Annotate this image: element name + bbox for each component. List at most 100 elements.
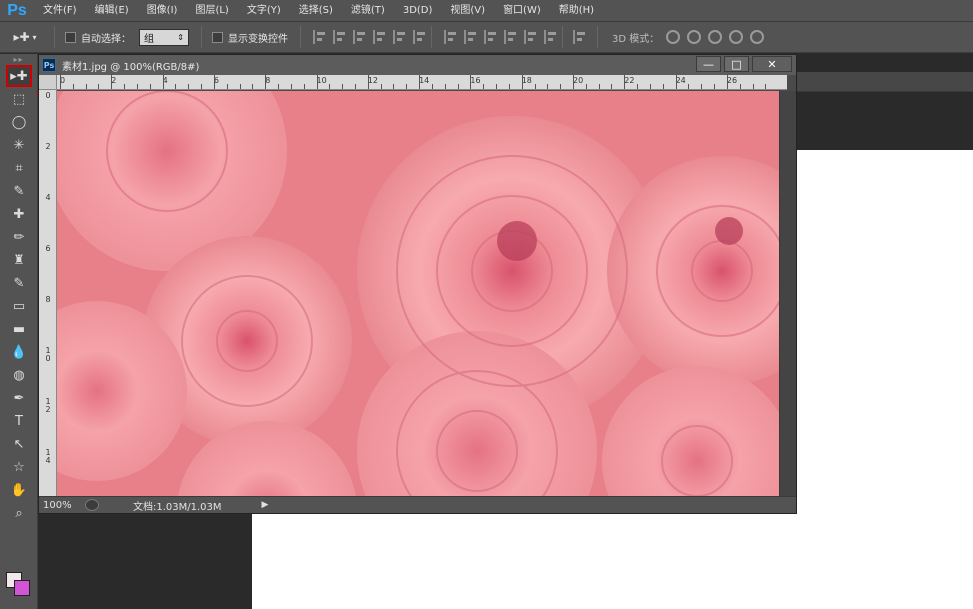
divider [431,26,432,48]
path-selection-tool-icon[interactable]: ↖ [6,433,32,455]
align-vcenter-icon[interactable] [333,30,347,44]
history-brush-tool-icon[interactable]: ✎ [6,272,32,294]
healing-brush-tool-icon[interactable]: ✚ [6,203,32,225]
ruler-tick [739,84,741,89]
eraser-tool-icon[interactable]: ▭ [6,295,32,317]
ruler-tick [675,75,677,89]
ruler-tick [585,84,587,89]
ruler-h-label: 26 [726,76,738,85]
document-tab[interactable]: Ps 素材1.jpg @ 100%(RGB/8#) — □ ✕ [39,55,796,75]
canvas-image[interactable] [57,91,779,496]
align-left-icon[interactable] [373,30,387,44]
menu-window[interactable]: 窗口(W) [494,0,550,22]
tool-preset-picker[interactable]: ▸✚ ▾ [0,26,50,48]
close-button[interactable]: ✕ [752,56,792,72]
restore-button[interactable]: □ [724,56,749,72]
app-logo: Ps [7,1,27,19]
menu-help[interactable]: 帮助(H) [550,0,603,22]
ruler-tick [278,84,279,89]
slide-3d-icon[interactable] [729,30,744,44]
divider [54,26,55,48]
type-tool-icon[interactable]: T [6,410,32,432]
lasso-tool-icon[interactable]: ◯ [6,111,32,133]
menu-edit[interactable]: 编辑(E) [86,0,138,22]
status-menu-arrow-icon[interactable]: ▶ [262,500,269,510]
menu-3d[interactable]: 3D(D) [394,0,442,22]
ruler-tick [662,84,664,89]
align-bottom-icon[interactable] [353,30,367,44]
align-right-icon[interactable] [413,30,427,44]
gradient-tool-icon[interactable]: ▬ [6,318,32,340]
distribute-left-icon[interactable] [504,30,518,44]
ruler-tick [431,84,433,89]
show-transform-checkbox[interactable] [212,31,223,43]
status-info-icon[interactable] [85,499,99,511]
distribute-hcenter-icon[interactable] [524,30,538,44]
ruler-tick [726,75,728,89]
dodge-tool-icon[interactable]: ◍ [6,364,32,386]
ruler-tick [188,84,190,89]
align-hcenter-icon[interactable] [393,30,407,44]
distribute-bottom-icon[interactable] [484,30,498,44]
ruler-tick [649,84,651,89]
auto-select-value: 组 [144,33,154,45]
window-controls: — □ ✕ [696,56,792,72]
vertical-scrollbar[interactable] [779,91,796,496]
hand-tool-icon[interactable]: ✋ [6,479,32,501]
ruler-tick [560,84,562,89]
magic-wand-tool-icon[interactable]: ✳ [6,134,32,156]
auto-select-dropdown[interactable]: 组 ⇕ [139,28,189,46]
divider [201,26,202,48]
document-window: Ps 素材1.jpg @ 100%(RGB/8#) — □ ✕ 0 2 4 6 8 10 1… [38,54,797,514]
auto-select-checkbox[interactable] [65,31,76,43]
ruler-tick [534,84,536,89]
menu-layer[interactable]: 图层(L) [186,0,237,22]
menu-image[interactable]: 图像(I) [138,0,187,22]
divider [300,26,301,48]
align-buttons [313,30,427,44]
minimize-button[interactable]: — [696,56,721,72]
background-color-swatch[interactable] [14,580,30,596]
rotate-3d-icon[interactable] [666,30,681,44]
ruler-tick [303,84,305,89]
panel-grip-icon[interactable]: ▸▸ [0,54,37,64]
pen-tool-icon[interactable]: ✒ [6,387,32,409]
drag-3d-icon[interactable] [708,30,723,44]
shape-tool-icon[interactable]: ☆ [6,456,32,478]
ruler-tick [342,84,344,89]
eyedropper-tool-icon[interactable]: ✎ [6,180,32,202]
menu-filter[interactable]: 滤镜(T) [342,0,394,22]
blur-tool-icon[interactable]: 💧 [6,341,32,363]
zoom-level[interactable]: 100% [39,500,81,511]
auto-align-icon[interactable] [573,30,587,44]
distribute-top-icon[interactable] [444,30,458,44]
marquee-tool-icon[interactable]: ⬚ [6,88,32,110]
horizontal-ruler[interactable]: 0 2 4 6 8 10 12 14 16 18 20 22 24 26 [57,75,787,90]
brush-tool-icon[interactable]: ✏ [6,226,32,248]
menu-bar: Ps 文件(F) 编辑(E) 图像(I) 图层(L) 文字(Y) 选择(S) 滤… [0,0,973,22]
ruler-tick [111,75,113,89]
align-top-icon[interactable] [313,30,327,44]
scale-3d-icon[interactable] [750,30,765,44]
clone-stamp-tool-icon[interactable]: ♜ [6,249,32,271]
zoom-tool-icon[interactable]: ⌕ [6,502,32,524]
ruler-tick [406,84,408,89]
ruler-tick [354,84,356,89]
roll-3d-icon[interactable] [687,30,702,44]
document-size-info: 文档:1.03M/1.03M [133,501,222,513]
distribute-vcenter-icon[interactable] [464,30,478,44]
document-title: 素材1.jpg @ 100%(RGB/8#) [62,61,200,73]
ruler-tick [290,84,292,89]
ruler-tick [508,84,510,89]
ruler-tick [521,75,523,89]
menu-view[interactable]: 视图(V) [441,0,494,22]
crop-tool-icon[interactable]: ⌗ [6,157,32,179]
ruler-origin[interactable] [39,75,57,90]
ruler-tick [239,84,241,89]
distribute-right-icon[interactable] [544,30,558,44]
menu-type[interactable]: 文字(Y) [238,0,290,22]
move-tool-icon[interactable]: ▸✚ [6,65,32,87]
menu-select[interactable]: 选择(S) [290,0,342,22]
menu-file[interactable]: 文件(F) [34,0,86,22]
vertical-ruler[interactable]: 0 2 4 6 8 1 0 1 2 1 4 [39,90,57,498]
